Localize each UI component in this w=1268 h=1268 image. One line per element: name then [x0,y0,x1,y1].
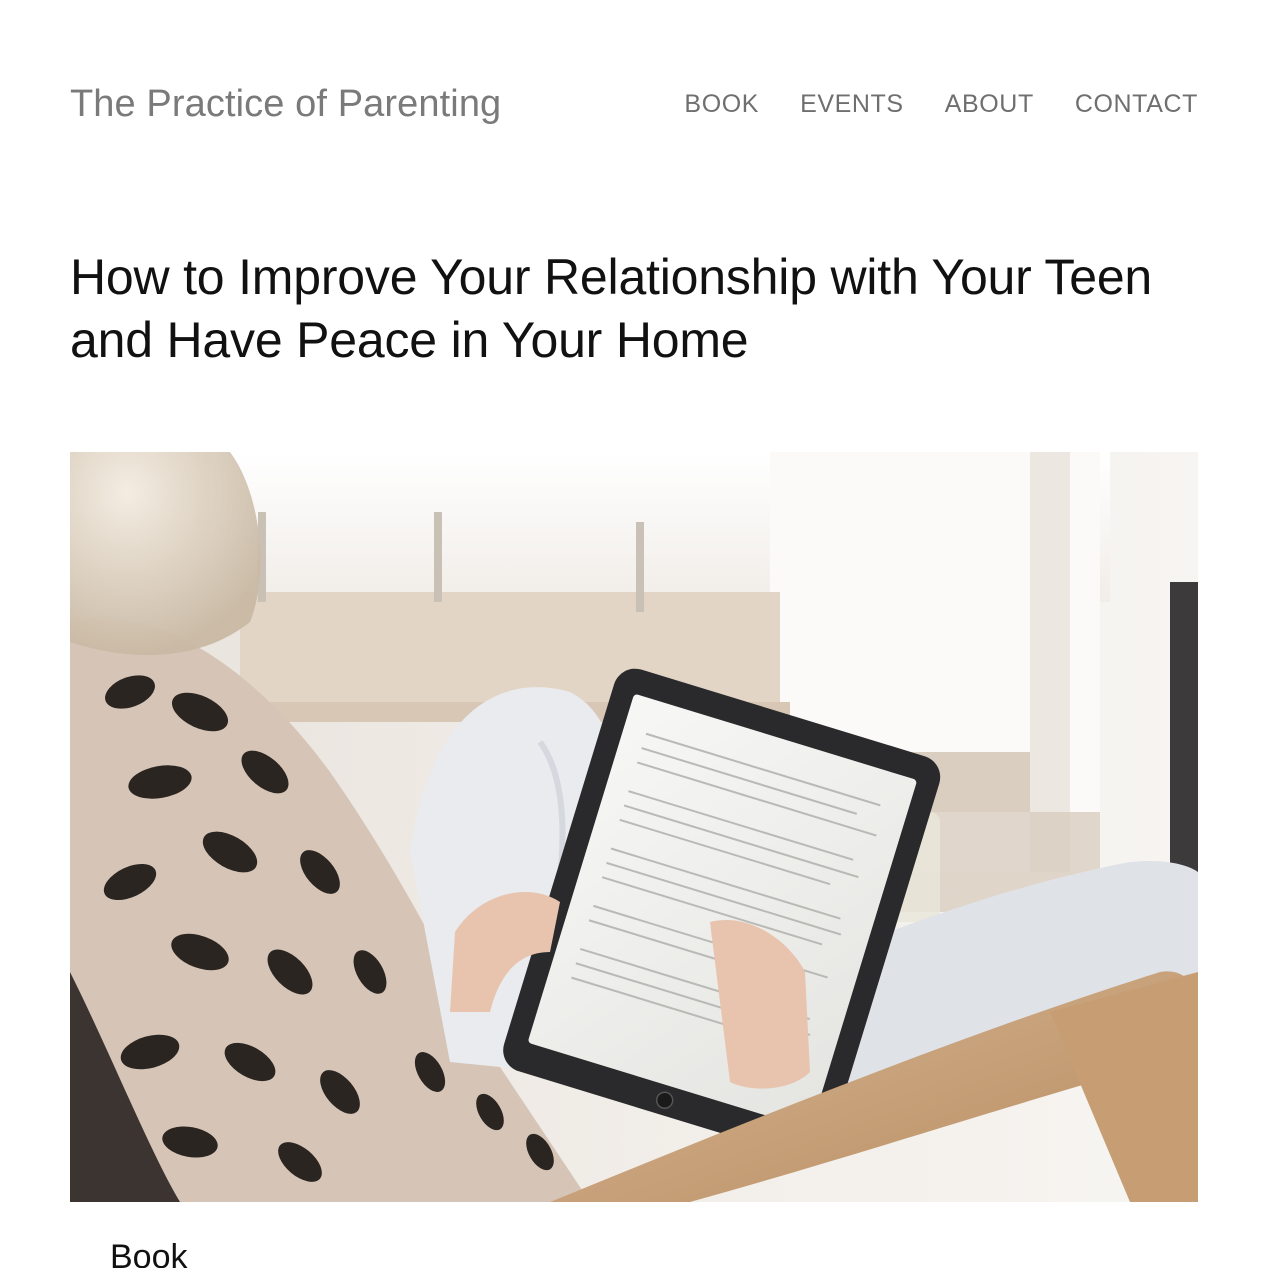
site-header: The Practice of Parenting BOOK EVENTS AB… [70,72,1198,136]
nav-item-book[interactable]: BOOK [684,90,759,119]
nav-item-about[interactable]: ABOUT [945,90,1034,119]
section-heading: Book [110,1238,188,1268]
main-nav: BOOK EVENTS ABOUT CONTACT [684,90,1198,119]
nav-item-events[interactable]: EVENTS [800,90,904,119]
article-title: How to Improve Your Relationship with Yo… [70,249,1153,368]
photo-woman-reading-tablet-icon [70,452,1198,1202]
page: The Practice of Parenting BOOK EVENTS AB… [0,0,1268,1268]
nav-item-contact[interactable]: CONTACT [1075,90,1198,119]
site-title-link[interactable]: The Practice of Parenting [70,83,501,126]
hero-image [70,452,1198,1202]
